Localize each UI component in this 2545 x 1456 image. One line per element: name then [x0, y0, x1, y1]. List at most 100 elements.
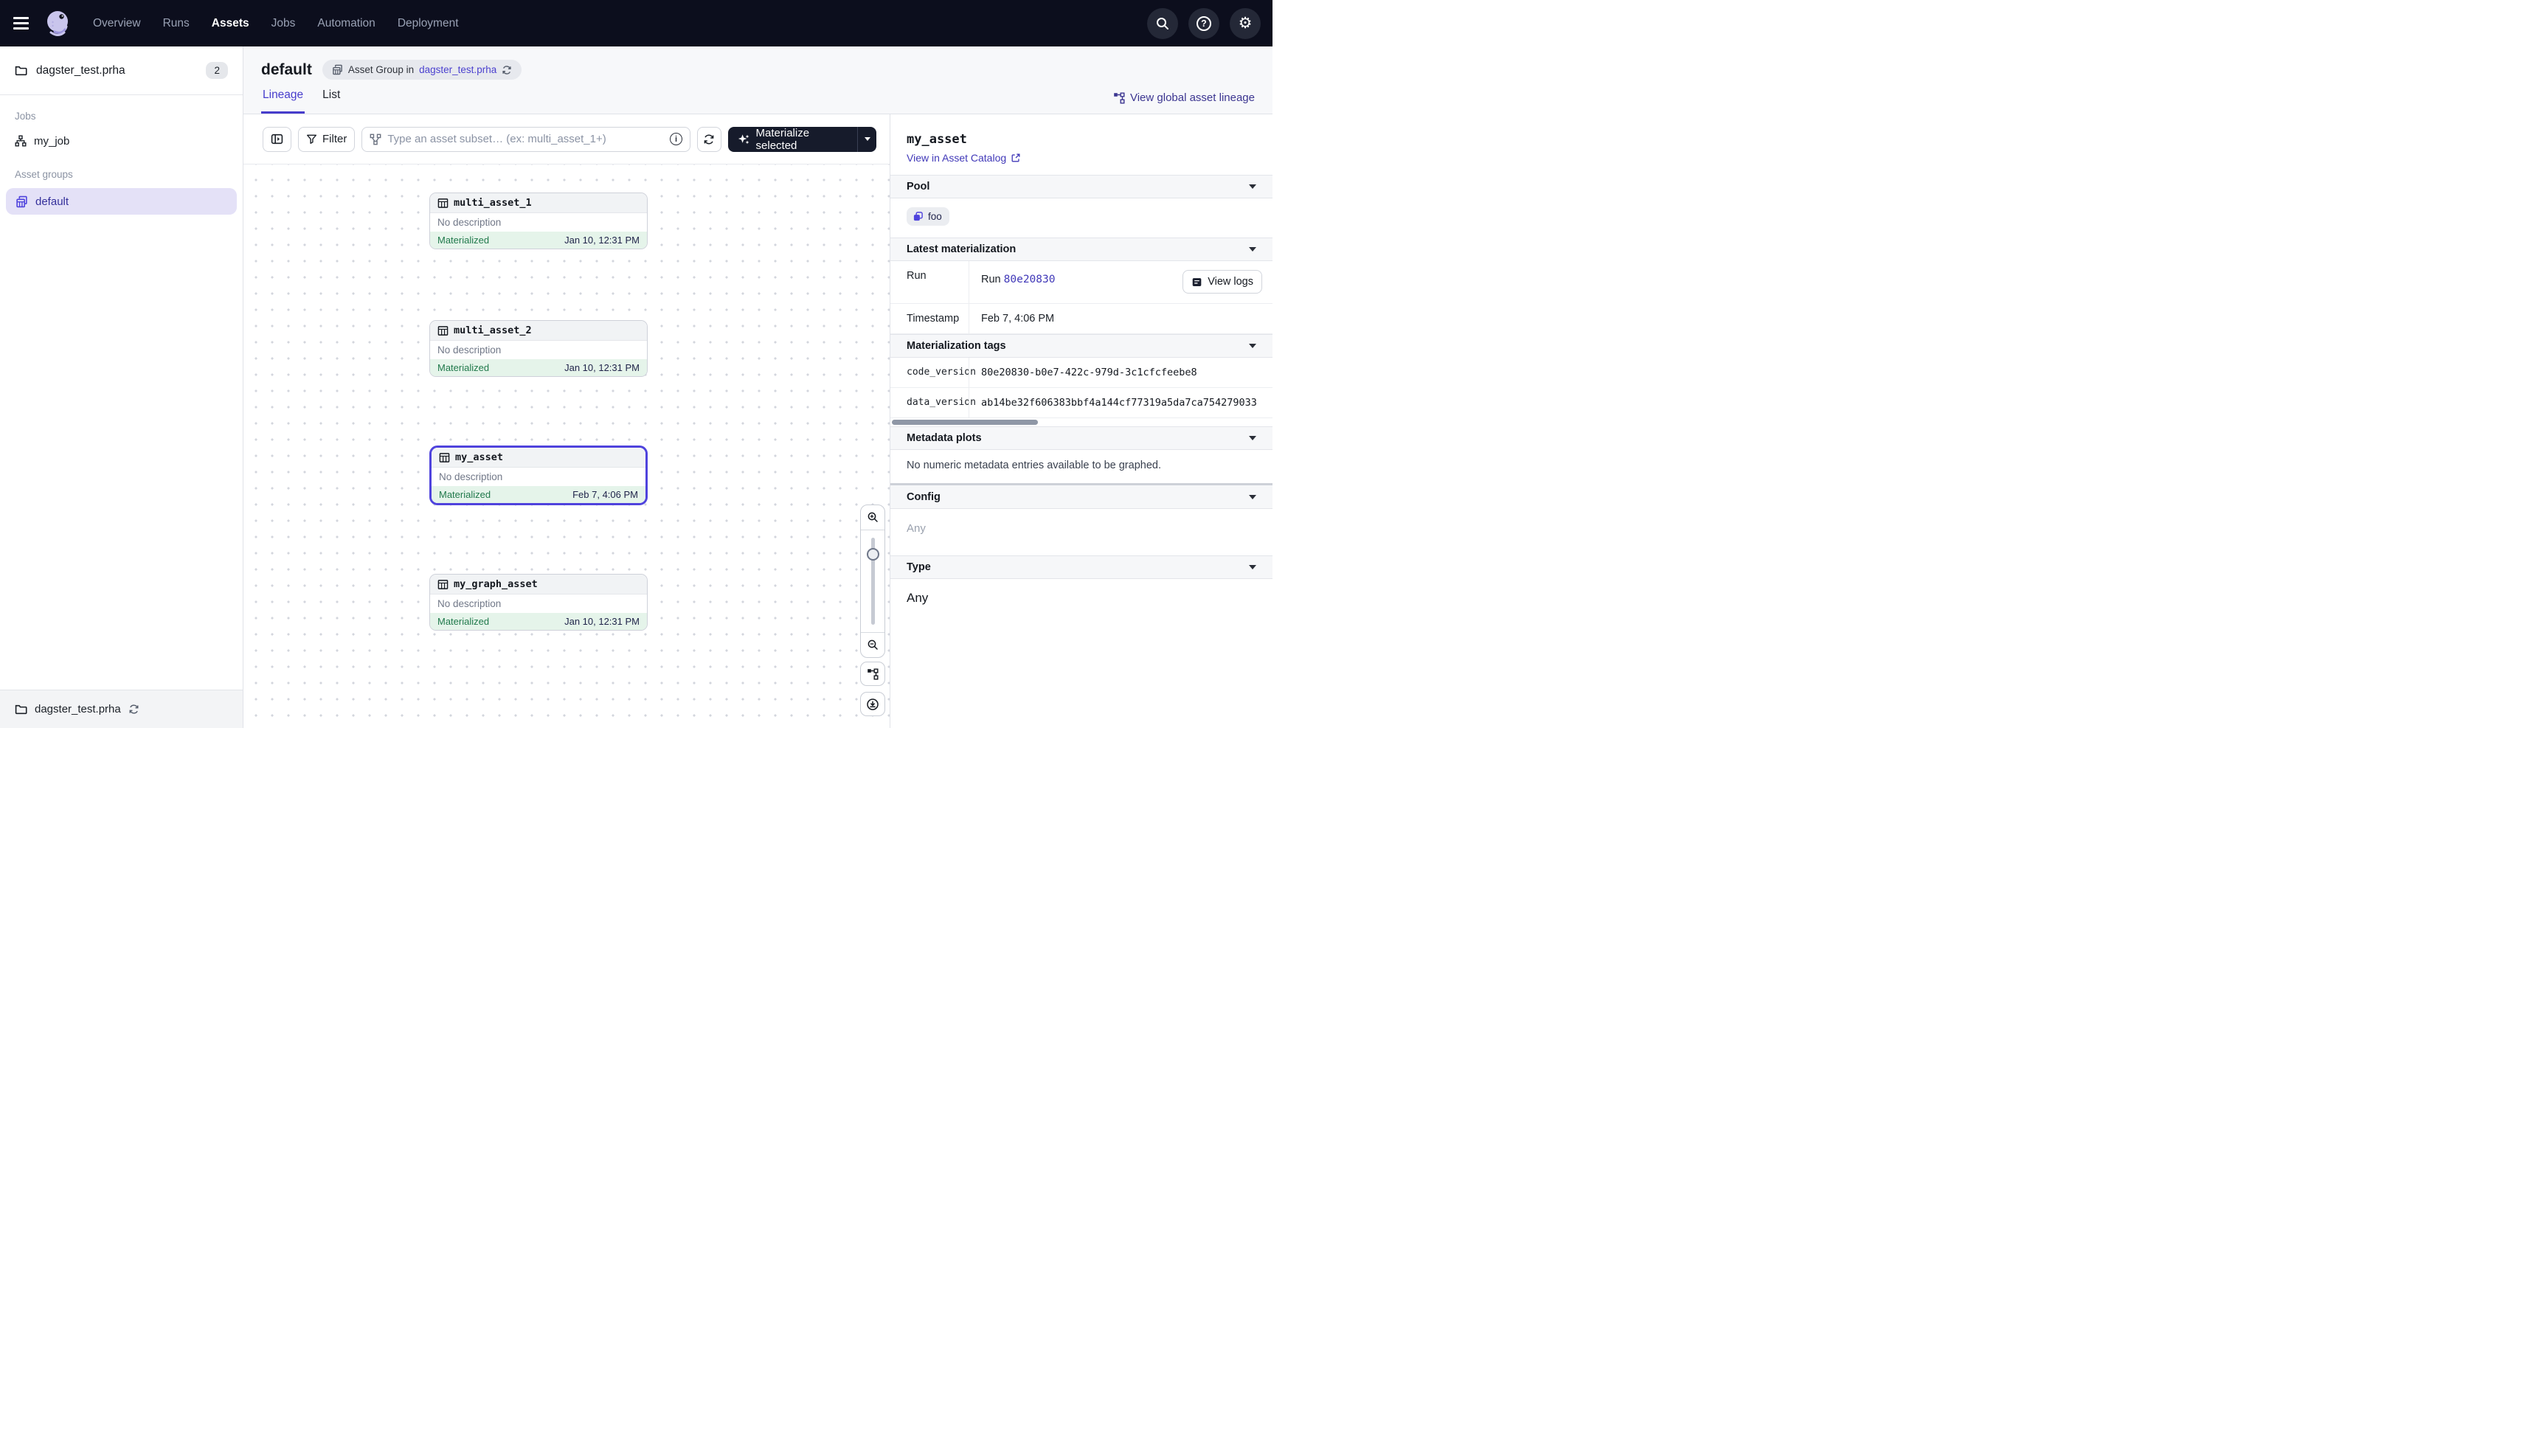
- caret-down-icon: [865, 137, 870, 141]
- view-lineage-layout-button[interactable]: [860, 662, 885, 686]
- toggle-sidebar-panel-button[interactable]: [263, 127, 291, 152]
- materialization-timestamp[interactable]: Jan 10, 12:31 PM: [564, 616, 640, 627]
- refresh-icon: [703, 134, 715, 145]
- refresh-icon[interactable]: [128, 704, 139, 715]
- materialize-selected-button[interactable]: Materialize selected: [728, 127, 876, 152]
- repo-header[interactable]: dagster_test.prha 2: [0, 46, 243, 95]
- folder-icon: [15, 64, 27, 77]
- badge-repo-link[interactable]: dagster_test.prha: [419, 64, 496, 75]
- status-badge: Materialized: [437, 616, 489, 627]
- settings-gear-icon[interactable]: ⚙: [1230, 8, 1261, 39]
- jobs-section-label: Jobs: [0, 95, 243, 128]
- sidebar-footer: dagster_test.prha: [0, 690, 243, 728]
- asset-subset-input[interactable]: [387, 133, 664, 145]
- data-version-value: ab14be32f606383bbf4a144cf77319a5da7ca754…: [981, 397, 1257, 409]
- lineage-icon: [1113, 92, 1125, 104]
- metadata-plots-empty-message: No numeric metadata entries available to…: [890, 450, 1272, 483]
- materialize-dropdown-button[interactable]: [857, 127, 876, 152]
- materialization-timestamp[interactable]: Feb 7, 4:06 PM: [572, 489, 638, 500]
- asset-node-multi-asset-2[interactable]: multi_asset_2 No description Materialize…: [429, 320, 648, 377]
- section-header-type[interactable]: Type: [890, 555, 1272, 579]
- asset-title: my_asset: [890, 114, 1272, 149]
- zoom-slider-handle[interactable]: [867, 548, 879, 561]
- timestamp-row: Timestamp Feb 7, 4:06 PM: [890, 304, 1272, 334]
- materialization-timestamp[interactable]: Jan 10, 12:31 PM: [564, 235, 640, 246]
- section-header-pool[interactable]: Pool: [890, 175, 1272, 198]
- status-badge: Materialized: [437, 235, 489, 246]
- asset-node-my-asset[interactable]: my_asset No description MaterializedFeb …: [429, 446, 648, 505]
- zoom-in-icon: [867, 511, 879, 524]
- lineage-canvas[interactable]: multi_asset_1 No description Materialize…: [243, 164, 890, 728]
- asset-node-my-graph-asset[interactable]: my_graph_asset No description Materializ…: [429, 574, 648, 631]
- page-header: default Asset Group in dagster_test.prha…: [243, 46, 1272, 114]
- code-version-value: 80e20830-b0e7-422c-979d-3c1cfcfeebe8: [981, 367, 1197, 378]
- view-global-asset-lineage-link[interactable]: View global asset lineage: [1113, 91, 1255, 114]
- refresh-icon[interactable]: [502, 65, 512, 75]
- group-name: default: [35, 195, 69, 208]
- tab-list[interactable]: List: [321, 89, 342, 114]
- scrollbar-thumb[interactable]: [892, 420, 1038, 425]
- refresh-graph-button[interactable]: [697, 127, 721, 152]
- job-icon: [15, 135, 27, 147]
- asset-group-icon: [332, 64, 343, 75]
- filter-button[interactable]: Filter: [298, 127, 355, 152]
- download-icon: [866, 698, 879, 711]
- zoom-out-icon: [867, 639, 879, 651]
- asset-subset-search: i: [361, 127, 690, 152]
- section-header-latest-materialization[interactable]: Latest materialization: [890, 238, 1272, 261]
- top-nav: Overview Runs Assets Jobs Automation Dep…: [0, 0, 1272, 46]
- materialization-timestamp[interactable]: Jan 10, 12:31 PM: [564, 362, 640, 373]
- hamburger-icon[interactable]: [13, 15, 31, 32]
- caret-down-icon: [1249, 247, 1256, 252]
- status-badge: Materialized: [437, 362, 489, 373]
- lineage-toolbar: Filter i: [243, 114, 890, 164]
- view-logs-button[interactable]: View logs: [1183, 270, 1262, 294]
- caret-down-icon: [1249, 565, 1256, 569]
- filter-funnel-icon: [306, 134, 317, 145]
- zoom-slider[interactable]: [861, 530, 884, 632]
- data-version-row: data_version ab14be32f606383bbf4a144cf77…: [890, 388, 1272, 418]
- caret-down-icon: [1249, 344, 1256, 348]
- sidebar-item-my-job[interactable]: my_job: [0, 128, 243, 153]
- sparkle-icon: [738, 133, 750, 146]
- section-header-config[interactable]: Config: [890, 485, 1272, 509]
- table-icon: [439, 452, 450, 463]
- nav-item-assets[interactable]: Assets: [212, 17, 249, 30]
- dagster-logo-icon[interactable]: [41, 7, 74, 40]
- tab-lineage[interactable]: Lineage: [261, 89, 305, 114]
- table-icon: [437, 579, 449, 590]
- help-icon[interactable]: ?: [1188, 8, 1219, 39]
- section-header-metadata-plots[interactable]: Metadata plots: [890, 426, 1272, 450]
- logs-icon: [1191, 277, 1202, 288]
- caret-down-icon: [1249, 436, 1256, 440]
- panel-toggle-icon: [271, 133, 283, 145]
- zoom-controls: [860, 505, 885, 658]
- folder-icon: [15, 703, 27, 715]
- search-icon[interactable]: [1147, 8, 1178, 39]
- caret-down-icon: [1249, 495, 1256, 499]
- zoom-in-button[interactable]: [861, 505, 884, 530]
- pool-icon: [913, 211, 924, 222]
- nav-item-deployment[interactable]: Deployment: [398, 17, 459, 30]
- nav-item-runs[interactable]: Runs: [163, 17, 190, 30]
- external-link-icon: [1011, 153, 1021, 163]
- section-header-materialization-tags[interactable]: Materialization tags: [890, 334, 1272, 358]
- pool-tag[interactable]: foo: [907, 207, 949, 226]
- table-icon: [437, 325, 449, 336]
- nav-item-automation[interactable]: Automation: [317, 17, 375, 30]
- view-in-asset-catalog-link[interactable]: View in Asset Catalog: [890, 149, 1272, 175]
- sidebar-item-default-group[interactable]: default: [6, 188, 237, 215]
- asset-details-panel: my_asset View in Asset Catalog Pool: [890, 114, 1272, 728]
- nav-item-jobs[interactable]: Jobs: [271, 17, 296, 30]
- download-view-button[interactable]: [860, 692, 885, 716]
- nav-item-overview[interactable]: Overview: [93, 17, 141, 30]
- horizontal-scrollbar: [890, 418, 1272, 426]
- status-badge: Materialized: [439, 489, 491, 500]
- asset-group-icon: [15, 195, 28, 208]
- run-row: Run Run 80e20830 View logs: [890, 261, 1272, 304]
- info-icon[interactable]: i: [670, 133, 682, 145]
- run-id-link[interactable]: 80e20830: [1004, 274, 1056, 285]
- asset-graph-icon: [370, 134, 381, 145]
- zoom-out-button[interactable]: [861, 632, 884, 657]
- asset-node-multi-asset-1[interactable]: multi_asset_1 No description Materialize…: [429, 193, 648, 249]
